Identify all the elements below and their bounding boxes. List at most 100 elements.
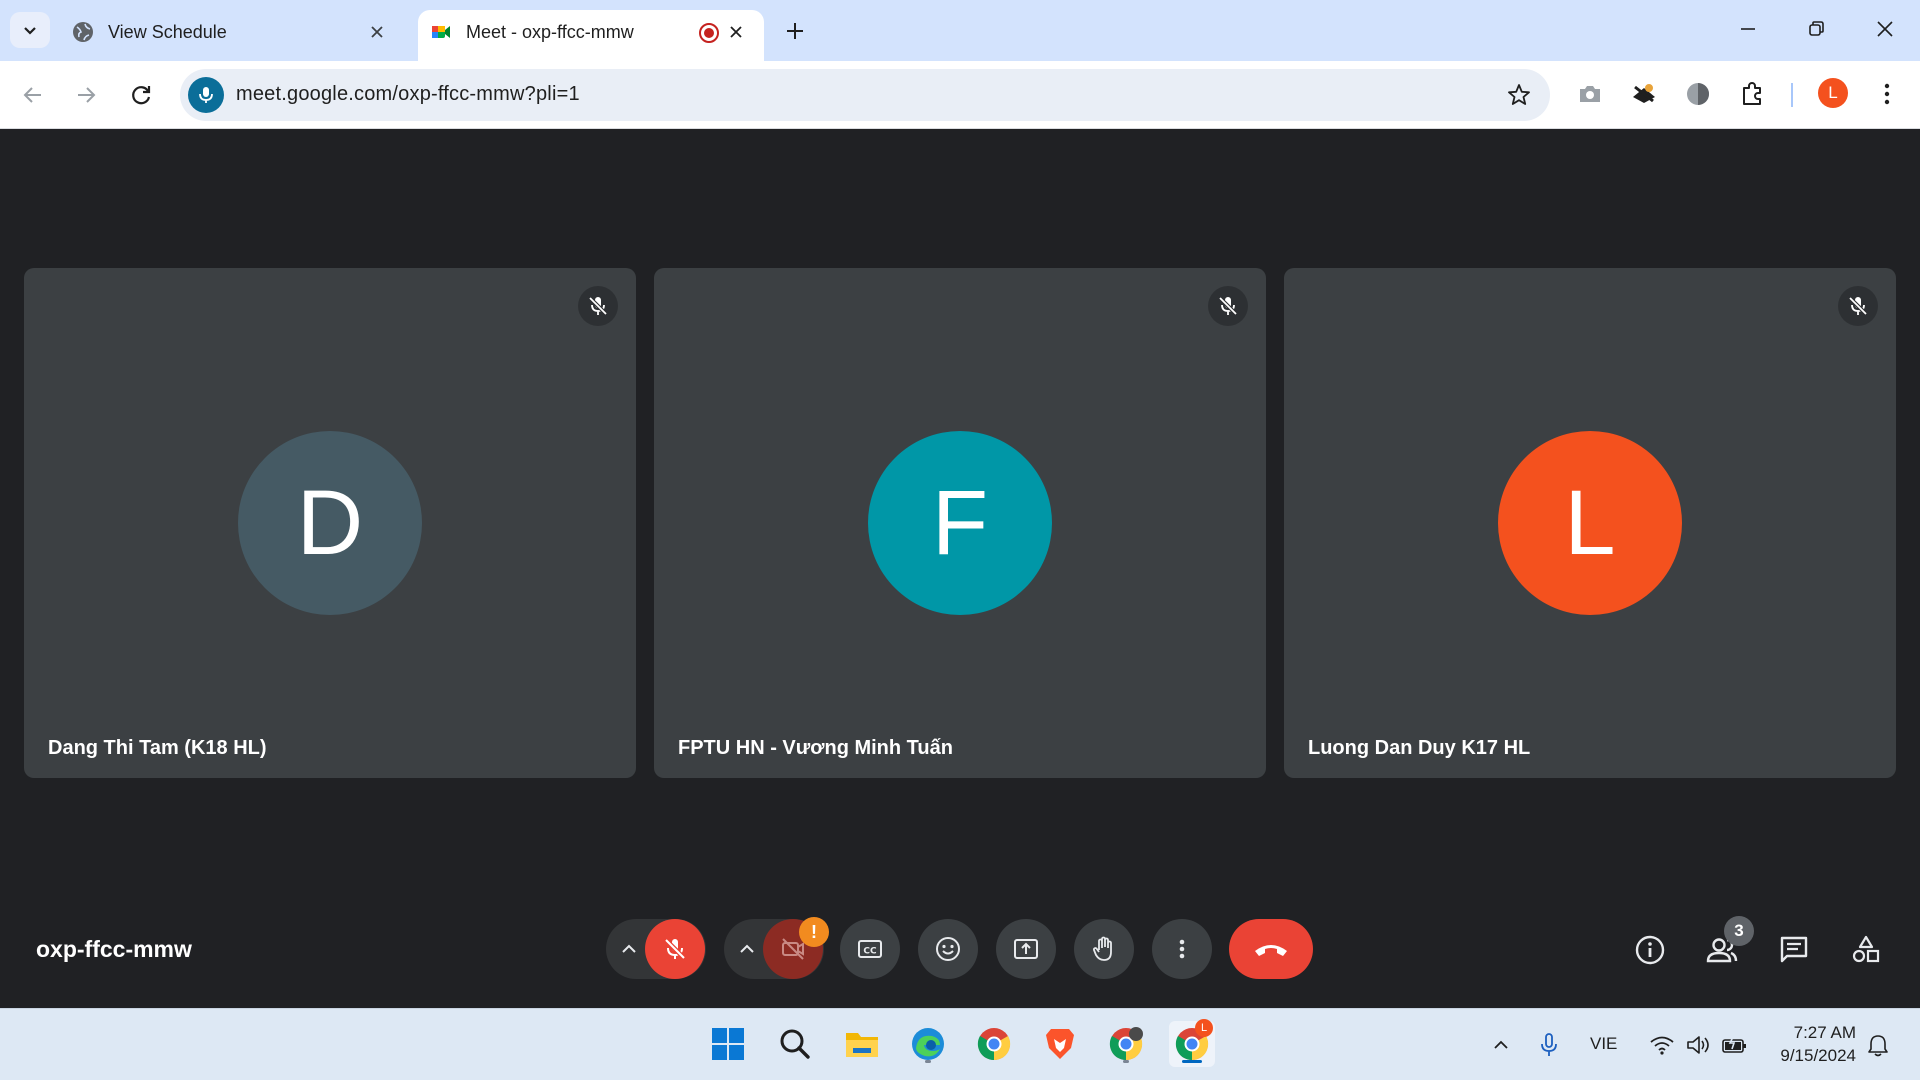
reactions-button[interactable] — [918, 919, 978, 979]
globe-icon — [73, 22, 93, 42]
microphone-icon — [199, 87, 213, 103]
bookmark-star-icon[interactable] — [1506, 82, 1532, 108]
edge-button[interactable] — [905, 1021, 951, 1067]
new-tab-icon[interactable] — [782, 18, 808, 44]
meeting-code: oxp-ffcc-mmw — [36, 936, 192, 962]
notifications-button[interactable] — [1864, 1031, 1892, 1059]
chrome-active-button[interactable]: L — [1169, 1019, 1215, 1067]
recording-icon — [699, 23, 719, 43]
windows-taskbar: L VIE 7:27 AM 9/15/2024 — [0, 1008, 1920, 1080]
running-indicator — [1123, 1060, 1129, 1063]
mic-off-icon — [1218, 296, 1238, 316]
participant-tile[interactable]: F FPTU HN - Vương Minh Tuấn — [654, 268, 1266, 778]
extension-logo-icon — [1633, 84, 1655, 103]
battery-charging-icon — [1722, 1034, 1746, 1053]
microphone-icon — [1541, 1033, 1557, 1056]
participant-avatar: L — [1498, 431, 1682, 615]
muted-indicator — [1838, 286, 1878, 326]
participant-name: Luong Dan Duy K17 HL — [1308, 737, 1531, 759]
reload-icon[interactable] — [124, 78, 158, 112]
tab-title: Meet - oxp-ffcc-mmw — [466, 22, 634, 42]
more-options-button[interactable] — [1152, 919, 1212, 979]
folder-icon — [846, 1033, 878, 1057]
mic-toggle-button[interactable] — [645, 919, 705, 979]
chevron-up-icon[interactable] — [736, 938, 758, 960]
profile-badge: L — [1195, 1019, 1213, 1037]
shapes-icon — [1852, 935, 1880, 963]
present-screen-button[interactable] — [996, 919, 1056, 979]
participant-name: FPTU HN - Vương Minh Tuấn — [678, 737, 953, 759]
chevron-up-icon[interactable] — [618, 938, 640, 960]
restore-icon[interactable] — [1801, 14, 1831, 44]
tab-title: View Schedule — [108, 22, 227, 42]
site-info-button[interactable] — [188, 77, 224, 113]
google-meet-icon — [432, 26, 450, 38]
speaker-icon — [1687, 1036, 1709, 1054]
more-vertical-icon[interactable] — [1872, 79, 1902, 109]
input-language[interactable]: VIE — [1590, 1034, 1617, 1054]
tab-meet[interactable]: Meet - oxp-ffcc-mmw — [418, 10, 764, 61]
system-clock[interactable]: 7:27 AM 9/15/2024 — [1780, 1021, 1856, 1067]
volume-button[interactable] — [1684, 1031, 1712, 1059]
file-explorer-button[interactable] — [839, 1021, 885, 1067]
minimize-icon[interactable] — [1733, 14, 1763, 44]
extension-circle-icon — [1687, 83, 1709, 105]
participant-avatar: F — [868, 431, 1052, 615]
profile-avatar[interactable]: L — [1818, 78, 1848, 108]
screenshot-extension-button[interactable] — [1573, 77, 1607, 111]
present-screen-icon — [1014, 939, 1038, 959]
close-icon[interactable] — [726, 22, 746, 42]
participant-count-badge: 3 — [1724, 916, 1754, 946]
hand-icon — [1093, 936, 1112, 961]
mic-off-icon — [588, 296, 608, 316]
camera-icon — [1580, 86, 1600, 102]
search-icon — [780, 1029, 810, 1059]
chat-icon — [1780, 936, 1808, 963]
extension-button[interactable] — [1681, 77, 1715, 111]
chrome-button[interactable] — [971, 1021, 1017, 1067]
hang-up-icon — [1255, 945, 1287, 956]
meeting-details-button[interactable] — [1630, 930, 1670, 970]
activities-button[interactable] — [1846, 930, 1886, 970]
tab-view-schedule[interactable]: View Schedule — [60, 10, 405, 61]
address-bar[interactable]: meet.google.com/oxp-ffcc-mmw?pli=1 — [180, 69, 1550, 121]
running-indicator — [1182, 1060, 1202, 1063]
participant-tile[interactable]: L Luong Dan Duy K17 HL — [1284, 268, 1896, 778]
participant-tile[interactable]: D Dang Thi Tam (K18 HL) — [24, 268, 636, 778]
chevron-down-icon — [24, 27, 36, 35]
captions-button[interactable]: CC — [840, 919, 900, 979]
running-indicator — [925, 1060, 931, 1063]
chrome-profile-button[interactable] — [1103, 1021, 1149, 1067]
meet-stage: D Dang Thi Tam (K18 HL) F FPTU HN - Vươn… — [0, 130, 1920, 1008]
battery-button[interactable] — [1720, 1031, 1750, 1059]
tab-search-button[interactable] — [10, 12, 50, 48]
chat-button[interactable] — [1774, 930, 1814, 970]
info-icon — [1635, 935, 1665, 965]
more-vertical-icon — [1179, 939, 1185, 959]
back-arrow-icon[interactable] — [16, 78, 50, 112]
extensions-menu-button[interactable] — [1735, 77, 1769, 111]
brave-button[interactable] — [1037, 1021, 1083, 1067]
forward-arrow-icon[interactable] — [69, 78, 103, 112]
toolbar-divider — [1791, 83, 1793, 107]
wifi-button[interactable] — [1648, 1031, 1676, 1059]
show-hidden-icons-button[interactable] — [1488, 1031, 1514, 1059]
extension-button[interactable] — [1627, 77, 1661, 111]
close-window-icon[interactable] — [1870, 14, 1900, 44]
search-button[interactable] — [772, 1021, 818, 1067]
chrome-icon — [977, 1028, 1011, 1061]
start-button[interactable] — [705, 1021, 751, 1067]
closed-captions-icon: CC — [858, 940, 882, 958]
leave-call-button[interactable] — [1229, 919, 1313, 979]
browser-tab-strip: View Schedule Meet - oxp-ffcc-mmw — [0, 0, 1920, 61]
close-icon[interactable] — [367, 22, 387, 42]
clock-time: 7:27 AM — [1793, 1023, 1856, 1042]
url-text: meet.google.com/oxp-ffcc-mmw?pli=1 — [236, 83, 580, 105]
mic-off-icon — [1848, 296, 1868, 316]
emoji-icon — [936, 937, 960, 961]
bell-icon — [1868, 1035, 1888, 1057]
edge-icon — [912, 1028, 944, 1060]
microphone-tray-button[interactable] — [1536, 1031, 1562, 1059]
camera-warning-badge[interactable]: ! — [799, 917, 829, 947]
raise-hand-button[interactable] — [1074, 919, 1134, 979]
